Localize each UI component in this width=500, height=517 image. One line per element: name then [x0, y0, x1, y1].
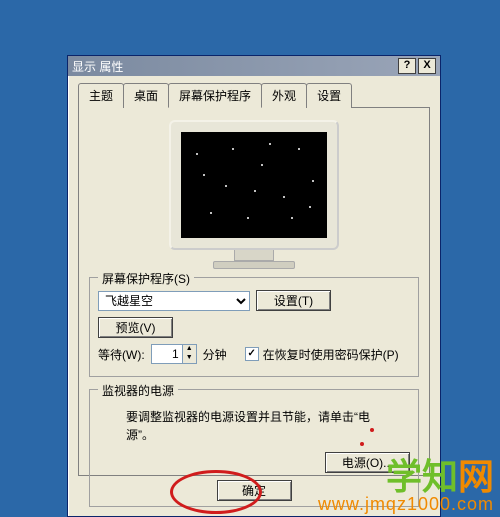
- screensaver-group: 屏幕保护程序(S) 飞越星空 设置(T) 预览(V) 等待(W): ▲ ▼: [89, 277, 419, 377]
- wait-unit: 分钟: [203, 346, 227, 363]
- power-button[interactable]: 电源(O)...: [325, 452, 410, 473]
- wait-input[interactable]: [152, 345, 182, 363]
- settings-button[interactable]: 设置(T): [256, 290, 331, 311]
- wait-spinner[interactable]: ▲ ▼: [151, 344, 197, 364]
- tab-screensaver[interactable]: 屏幕保护程序: [168, 83, 262, 108]
- checkbox-icon: ✓: [245, 347, 259, 361]
- tab-settings[interactable]: 设置: [306, 83, 352, 108]
- monitor-screen: [181, 132, 327, 238]
- tab-strip: 主题 桌面 屏幕保护程序 外观 设置: [78, 82, 430, 108]
- dialog-body: 主题 桌面 屏幕保护程序 外观 设置: [68, 76, 440, 505]
- help-button[interactable]: ?: [398, 58, 416, 74]
- display-properties-window: 显示 属性 ? X 主题 桌面 屏幕保护程序 外观 设置: [67, 55, 441, 517]
- preview-button[interactable]: 预览(V): [98, 317, 173, 338]
- watermark-text-b: 网: [458, 456, 494, 497]
- tab-content-screensaver: 屏幕保护程序(S) 飞越星空 设置(T) 预览(V) 等待(W): ▲ ▼: [78, 108, 430, 476]
- monitor-power-group: 监视器的电源 要调整监视器的电源设置并且节能，请单击“电 源”。 电源(O)..…: [89, 389, 419, 507]
- window-title: 显示 属性: [72, 58, 396, 75]
- monitor-body: [169, 120, 339, 250]
- title-bar[interactable]: 显示 属性 ? X: [68, 56, 440, 76]
- close-button[interactable]: X: [418, 58, 436, 74]
- spinner-up-icon[interactable]: ▲: [182, 345, 196, 354]
- tab-appearance[interactable]: 外观: [261, 83, 307, 108]
- tab-themes[interactable]: 主题: [78, 83, 124, 108]
- spinner-down-icon[interactable]: ▼: [182, 354, 196, 363]
- resume-password-label: 在恢复时使用密码保护(P): [263, 346, 399, 363]
- monitor-base: [213, 261, 295, 269]
- screensaver-group-label: 屏幕保护程序(S): [98, 270, 194, 287]
- monitor-power-group-label: 监视器的电源: [98, 382, 178, 399]
- wait-label: 等待(W):: [98, 346, 145, 363]
- monitor-power-text: 要调整监视器的电源设置并且节能，请单击“电 源”。: [126, 408, 410, 444]
- monitor-preview: [169, 120, 339, 269]
- resume-password-checkbox[interactable]: ✓ 在恢复时使用密码保护(P): [245, 346, 399, 363]
- tab-desktop[interactable]: 桌面: [123, 83, 169, 108]
- screensaver-select[interactable]: 飞越星空: [98, 291, 250, 311]
- monitor-stand: [234, 250, 274, 261]
